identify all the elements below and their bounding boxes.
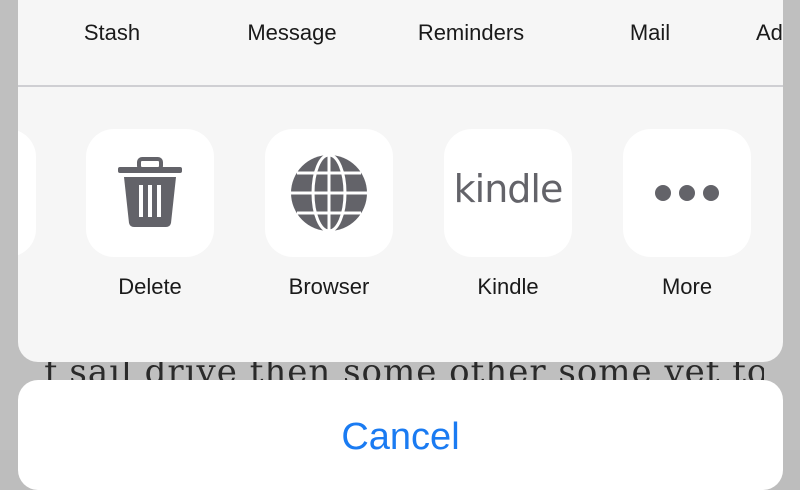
action-label: Kindle xyxy=(477,274,539,299)
delete-tile xyxy=(86,129,214,257)
kindle-tile: kindle xyxy=(444,129,572,257)
share-app-label: Mail xyxy=(629,20,671,45)
cancel-button[interactable]: Cancel xyxy=(18,416,783,459)
trash-icon xyxy=(118,157,182,227)
share-app-label: Reminders xyxy=(417,20,525,45)
action-label: More xyxy=(661,274,713,299)
share-sheet: Stash Message Reminders Mail Ad Delete B… xyxy=(18,0,783,362)
share-apps-row: Stash Message Reminders Mail Ad xyxy=(18,0,783,86)
action-label: Browser xyxy=(288,274,370,299)
actions-row: Delete Browser kindle Kindle More xyxy=(18,87,783,362)
more-dots-icon xyxy=(655,185,719,201)
browser-tile xyxy=(265,129,393,257)
action-label: Delete xyxy=(118,274,182,299)
kindle-icon: kindle xyxy=(453,167,564,211)
share-app-label: Message xyxy=(247,20,337,45)
more-tile xyxy=(623,129,751,257)
share-app-label: Stash xyxy=(83,20,141,45)
globe-icon xyxy=(291,153,367,233)
share-app-label: Ad xyxy=(756,20,783,45)
cancel-sheet: Cancel xyxy=(18,380,783,490)
partial-action-tile[interactable] xyxy=(18,129,36,257)
